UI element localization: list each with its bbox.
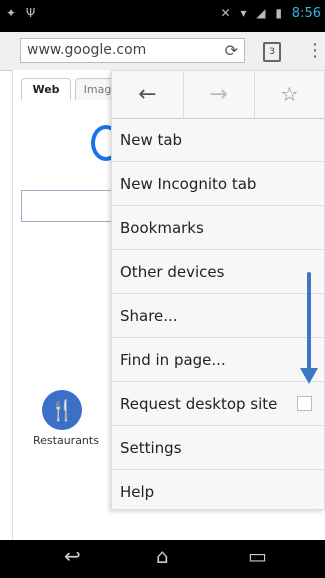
menu-item-share[interactable]: Share... (112, 294, 324, 338)
tab-web[interactable]: Web (21, 78, 71, 100)
back-icon[interactable]: ← (112, 71, 184, 118)
menu-item-bookmarks[interactable]: Bookmarks (112, 206, 324, 250)
menu-item-help[interactable]: Help (112, 470, 324, 514)
status-time: 8:56 (291, 6, 321, 21)
status-right-icons: ✕ ▾ ◢ ▮ 8:56 (221, 6, 321, 21)
menu-item-other-devices[interactable]: Other devices (112, 250, 324, 294)
menu-nav-row: ← → ☆ (112, 71, 324, 119)
system-nav-bar: ↩ ⌂ ▭ (0, 540, 325, 578)
annotation-arrow-shaft (307, 272, 311, 370)
url-text: www.google.com (27, 42, 147, 58)
signal-icon: ◢ (256, 6, 266, 20)
search-input[interactable] (21, 190, 119, 222)
system-back-icon[interactable]: ↩ (64, 544, 81, 568)
restaurants-label[interactable]: Restaurants (33, 434, 99, 447)
overflow-menu: ← → ☆ New tab New Incognito tab Bookmark… (111, 70, 325, 510)
overflow-menu-icon[interactable]: ⋮ (306, 40, 324, 61)
annotation-arrow-head (300, 368, 318, 384)
omnibox-row: www.google.com ⟳ 3 ⋮ (0, 32, 325, 71)
system-home-icon[interactable]: ⌂ (156, 544, 169, 568)
reload-icon[interactable]: ⟳ (225, 39, 238, 62)
status-bar: ✦ Ψ ✕ ▾ ◢ ▮ 8:56 (0, 0, 325, 32)
menu-item-settings[interactable]: Settings (112, 426, 324, 470)
menu-item-request-desktop-site[interactable]: Request desktop site (112, 382, 324, 426)
battery-icon: ▮ (275, 6, 282, 20)
url-input[interactable]: www.google.com ⟳ (20, 38, 245, 63)
status-left-icons: ✦ Ψ (6, 6, 41, 20)
wifi-icon: ▾ (240, 6, 247, 20)
restaurants-icon[interactable]: 🍴 (42, 390, 82, 430)
menu-item-new-tab[interactable]: New tab (112, 118, 324, 162)
menu-item-find-in-page[interactable]: Find in page... (112, 338, 324, 382)
system-recents-icon[interactable]: ▭ (248, 544, 267, 568)
usb-icon: Ψ (25, 6, 36, 20)
menu-item-new-incognito-tab[interactable]: New Incognito tab (112, 162, 324, 206)
bookmark-star-icon[interactable]: ☆ (254, 71, 325, 118)
request-desktop-checkbox[interactable] (297, 396, 312, 411)
menu-item-label: Request desktop site (120, 395, 278, 413)
mute-icon: ✕ (220, 6, 231, 20)
forward-icon[interactable]: → (183, 71, 255, 118)
android-icon: ✦ (6, 6, 17, 20)
tab-switcher-button[interactable]: 3 (263, 42, 281, 62)
